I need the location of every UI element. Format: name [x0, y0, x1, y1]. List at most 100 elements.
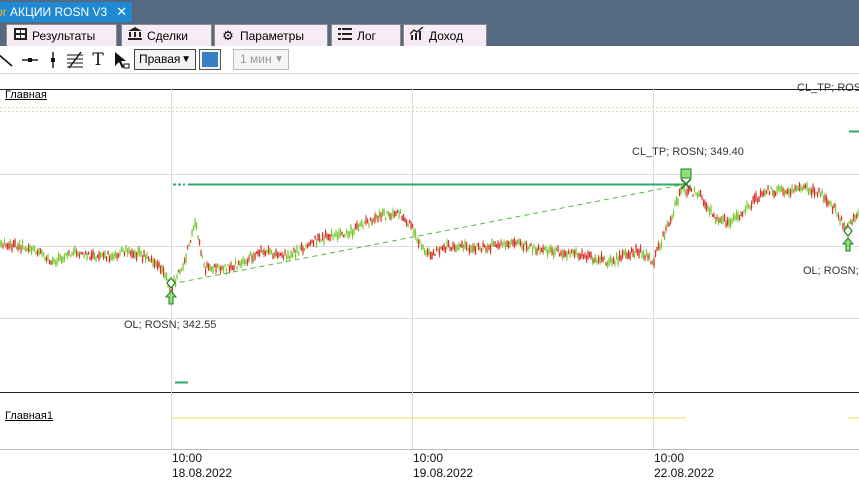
candle-body	[510, 239, 513, 245]
candle-body	[293, 247, 295, 253]
candle-body	[692, 194, 694, 197]
candle-body	[6, 243, 9, 250]
candle-body	[266, 250, 268, 253]
candle-body	[294, 250, 297, 258]
candle-body	[344, 234, 346, 237]
candle-body	[206, 262, 208, 267]
candle-body	[20, 247, 22, 252]
candle-body	[734, 216, 736, 220]
candle-body	[12, 240, 15, 247]
candle-body	[804, 185, 807, 188]
candle-body	[695, 192, 697, 196]
candle-body	[245, 260, 247, 264]
candle-body	[704, 200, 706, 208]
candle-body	[458, 243, 460, 250]
candle-body	[686, 189, 688, 196]
candle-body	[621, 250, 624, 259]
candle-body	[378, 211, 381, 217]
entry-marker-1[interactable]	[164, 277, 178, 305]
candle-body	[468, 245, 471, 254]
candle-body	[320, 239, 322, 242]
candle-body	[218, 266, 220, 269]
candle-body	[99, 252, 102, 258]
price-chart[interactable]	[0, 0, 859, 484]
candle-body	[662, 231, 664, 237]
candle-body	[282, 256, 285, 259]
candle-body	[627, 250, 630, 258]
candle-body	[747, 205, 750, 208]
candle-body	[659, 245, 661, 250]
candle-body	[752, 197, 754, 202]
candle-body	[32, 246, 34, 250]
candle-body	[0, 240, 1, 248]
candle-body	[195, 222, 198, 230]
candle-body	[528, 245, 531, 248]
candle-body	[357, 224, 360, 231]
candle-body	[185, 254, 187, 263]
candle-body	[215, 265, 217, 273]
sub-pane-label[interactable]: Главная1	[5, 410, 53, 422]
candle-body	[750, 202, 753, 209]
entry-marker-2[interactable]	[841, 225, 855, 252]
candle-body	[21, 241, 24, 248]
candle-body	[455, 246, 457, 252]
candle-body	[237, 260, 240, 265]
candle-body	[582, 254, 585, 260]
candle-body	[308, 242, 310, 247]
candle-body	[545, 246, 547, 251]
candle-body	[291, 252, 294, 258]
candle-body	[249, 252, 252, 256]
candle-body	[609, 255, 612, 262]
candle-body	[57, 253, 60, 261]
candle-body	[162, 267, 165, 276]
candle-body	[161, 266, 163, 273]
candle-body	[333, 233, 336, 237]
candle-body	[105, 256, 108, 262]
candle-body	[591, 258, 594, 263]
main-pane-label[interactable]: Главная	[5, 89, 47, 101]
candle-body	[87, 251, 90, 255]
candle-body	[255, 251, 258, 254]
candle-body	[521, 242, 523, 249]
candle-body	[519, 240, 522, 246]
candle-body	[150, 256, 153, 262]
candle-body	[375, 215, 378, 218]
candle-body	[54, 261, 57, 265]
x-axis-time-label: 10:00	[654, 451, 685, 465]
candle-body	[773, 190, 775, 198]
candle-body	[572, 250, 574, 254]
candle-body	[642, 251, 645, 259]
candle-body	[383, 208, 385, 216]
candle-body	[314, 235, 316, 240]
candle-body	[581, 250, 583, 256]
candle-body	[548, 247, 550, 253]
candle-body	[764, 188, 766, 196]
candle-body	[332, 235, 334, 240]
candle-body	[407, 223, 409, 227]
candle-body	[761, 192, 763, 197]
candle-body	[231, 265, 234, 270]
candle-body	[615, 252, 618, 260]
candle-body	[69, 254, 72, 257]
candle-body	[45, 257, 48, 261]
candle-body	[854, 215, 856, 223]
candle-body	[366, 219, 369, 223]
candle-body	[665, 226, 667, 231]
candle-body	[785, 191, 787, 194]
candle-body	[252, 253, 255, 262]
candle-body	[516, 239, 519, 244]
candle-body	[702, 200, 705, 206]
candle-body	[419, 240, 421, 243]
candle-body	[11, 244, 13, 252]
candle-body	[771, 189, 774, 195]
candle-body	[120, 246, 123, 252]
candle-body	[477, 242, 480, 250]
candle-body	[384, 216, 387, 221]
candle-body	[2, 244, 4, 248]
candle-body	[624, 250, 627, 257]
candle-body	[225, 269, 228, 273]
candle-body	[77, 251, 79, 257]
candle-body	[459, 244, 462, 247]
candle-body	[798, 183, 801, 191]
candle-body	[50, 260, 52, 265]
